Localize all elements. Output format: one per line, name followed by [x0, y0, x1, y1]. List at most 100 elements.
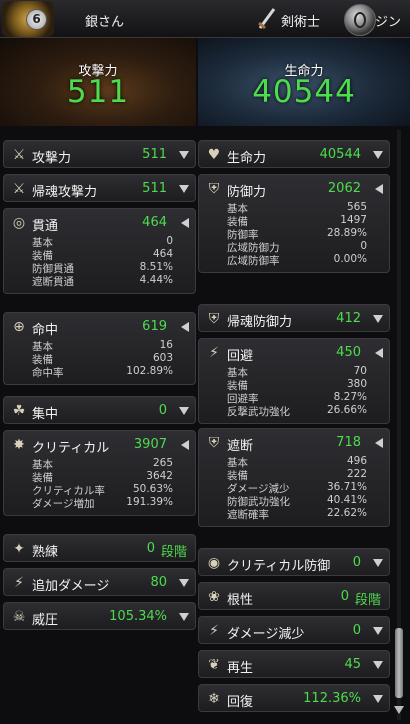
breakdown-label: 遮断貫通	[32, 276, 74, 288]
breakdown-label: 広域防御率	[227, 255, 280, 267]
collapse-arrow-icon[interactable]	[375, 438, 383, 448]
breakdown-value: 380	[346, 378, 367, 390]
stat-row-block[interactable]: ⛨ 遮断 718 基本 496 装備 222 ダメージ減少 36.71% 防御武功強化 40.41%…	[198, 428, 390, 527]
scrollbar-thumb[interactable]	[395, 628, 403, 698]
stat-row-soul-sword[interactable]: ⚔ 帰魂攻撃力 511	[3, 174, 196, 202]
breakdown-label: 命中率	[32, 367, 64, 379]
breakdown-value: 102.89%	[126, 365, 173, 377]
stat-row-critical-defense[interactable]: ◉ クリティカル防御 0	[198, 548, 390, 576]
breakdown-row: 装備 380	[227, 378, 367, 392]
expand-arrow-icon[interactable]	[179, 579, 189, 587]
stat-label: 攻撃力	[32, 151, 72, 166]
breakdown-label: 遮断確率	[227, 509, 269, 521]
breakdown-row: 基本 0	[32, 235, 173, 249]
breakdown-row: 反撃武功強化 26.66%	[227, 404, 367, 418]
expand-arrow-icon[interactable]	[179, 151, 189, 159]
breakdown-value: 16	[159, 339, 173, 351]
stat-row-shield[interactable]: ⛨ 防御力 2062 基本 565 装備 1497 防御率 28.89% 広域防御力 0 広域防御率 0…	[198, 174, 390, 273]
collapse-arrow-icon[interactable]	[181, 218, 189, 228]
breakdown-value: 265	[152, 457, 173, 469]
breakdown-value: 50.63%	[132, 483, 173, 495]
stat-row-regen[interactable]: ❦ 再生 45	[198, 650, 390, 678]
breakdown-value: 222	[346, 468, 367, 480]
stat-label: 命中	[32, 323, 59, 338]
breakdown-row: 基本 496	[227, 455, 367, 469]
stat-row-intimidate[interactable]: ☠ 威圧 105.34%	[3, 602, 196, 630]
stat-value: 40544	[319, 147, 361, 162]
stat-label: 威圧	[32, 613, 59, 628]
breakdown-value: 0	[166, 235, 173, 247]
stat-row-crosshair[interactable]: ⊕ 命中 619 基本 16 装備 603 命中率 102.89%	[3, 312, 196, 385]
breakdown-value: 603	[152, 352, 173, 364]
collapse-arrow-icon[interactable]	[181, 440, 189, 450]
breakdown-row: 広域防御率 0.00%	[227, 253, 367, 267]
breakdown-row: 基本 70	[227, 365, 367, 379]
stat-breakdown: 基本 70 装備 380 回避率 8.27% 反撃武功強化 26.66%	[227, 365, 367, 418]
stat-row-tenacity[interactable]: ❀ 根性 段階 0	[198, 582, 390, 610]
stat-value: 80	[150, 575, 167, 590]
stat-row-focus[interactable]: ☘ 集中 0	[3, 396, 196, 424]
recovery-icon: ❄	[208, 691, 220, 707]
collapse-arrow-icon[interactable]	[181, 322, 189, 332]
expand-arrow-icon[interactable]	[373, 559, 383, 567]
stat-breakdown: 基本 0 装備 464 防御貫通 8.51% 遮断貫通 4.44%	[32, 235, 173, 288]
breakdown-value: 191.39%	[126, 496, 173, 508]
breakdown-row: 命中率 102.89%	[32, 365, 173, 379]
expand-arrow-icon[interactable]	[373, 151, 383, 159]
stat-row-critical[interactable]: ✸ クリティカル 3907 基本 265 装備 3642 クリティカル率 50.63% ダメージ増…	[3, 430, 196, 516]
focus-icon: ☘	[12, 403, 26, 419]
health-banner: 生命力 40544	[198, 38, 410, 126]
expand-arrow-icon[interactable]	[373, 315, 383, 323]
breakdown-value: 70	[353, 365, 367, 377]
sword-class-icon	[258, 8, 276, 30]
damage-reduce-icon: ⚡	[209, 623, 219, 639]
stat-value: 112.36%	[303, 691, 361, 706]
server-name: ジン	[375, 15, 402, 30]
breakdown-value: 40.41%	[326, 494, 367, 506]
stat-row-damage-reduce[interactable]: ⚡ ダメージ減少 0	[198, 616, 390, 644]
stat-row-recovery[interactable]: ❄ 回復 112.36%	[198, 684, 390, 712]
stat-unit: 段階	[354, 593, 381, 608]
collapse-arrow-icon[interactable]	[375, 348, 383, 358]
stat-label: ダメージ減少	[227, 627, 305, 642]
breakdown-row: 防御貫通 8.51%	[32, 261, 173, 275]
breakdown-value: 8.51%	[139, 261, 173, 273]
expand-arrow-icon[interactable]	[373, 661, 383, 669]
stats-scrollbar[interactable]	[392, 130, 406, 720]
stat-row-heart[interactable]: ♥ 生命力 40544	[198, 140, 390, 168]
stat-row-evade[interactable]: ⚡ 回避 450 基本 70 装備 380 回避率 8.27% 反撃武功強化 26.66%	[198, 338, 390, 424]
breakdown-row: 遮断確率 22.62%	[227, 507, 367, 521]
stat-breakdown: 基本 565 装備 1497 防御率 28.89% 広域防御力 0 広域防御率 0.00%	[227, 201, 367, 267]
expand-arrow-icon[interactable]	[373, 695, 383, 703]
server-ring-icon	[344, 4, 376, 36]
character-header-bar: 6 銀さん 剣術士 ジン	[0, 0, 410, 38]
stat-label: 生命力	[227, 151, 267, 166]
stat-label: 貫通	[32, 219, 59, 234]
stat-row-pierce[interactable]: ◎ 貫通 464 基本 0 装備 464 防御貫通 8.51% 遮断貫通 4.44%	[3, 208, 196, 294]
heart-icon: ♥	[207, 147, 221, 163]
stat-label: 集中	[32, 407, 59, 422]
breakdown-value: 565	[346, 201, 367, 213]
mastery-icon: ✦	[13, 541, 25, 557]
expand-arrow-icon[interactable]	[179, 185, 189, 193]
stat-row-crossed-swords[interactable]: ⚔ 攻撃力 511	[3, 140, 196, 168]
stat-label: クリティカル	[32, 441, 110, 456]
stat-row-extra-damage[interactable]: ⚡ 追加ダメージ 80	[3, 568, 196, 596]
expand-arrow-icon[interactable]	[179, 407, 189, 415]
stat-label: 再生	[227, 661, 254, 676]
stat-label: 回復	[227, 695, 254, 710]
stat-value: 0	[352, 623, 361, 638]
tenacity-icon: ❀	[208, 589, 220, 605]
stat-value: 450	[336, 345, 361, 360]
expand-arrow-icon[interactable]	[373, 627, 383, 635]
stat-row-mastery[interactable]: ✦ 熟練 段階 0	[3, 534, 196, 562]
stat-value: 0	[158, 403, 167, 418]
stat-unit: 段階	[160, 545, 187, 560]
expand-arrow-icon[interactable]	[179, 613, 189, 621]
stat-value: 0	[146, 541, 155, 556]
scroll-down-arrow-icon[interactable]	[394, 706, 404, 714]
stat-row-soul-shield[interactable]: ⛨ 帰魂防御力 412	[198, 304, 390, 332]
collapse-arrow-icon[interactable]	[375, 184, 383, 194]
breakdown-row: 基本 16	[32, 339, 173, 353]
breakdown-row: 広域防御力 0	[227, 240, 367, 254]
